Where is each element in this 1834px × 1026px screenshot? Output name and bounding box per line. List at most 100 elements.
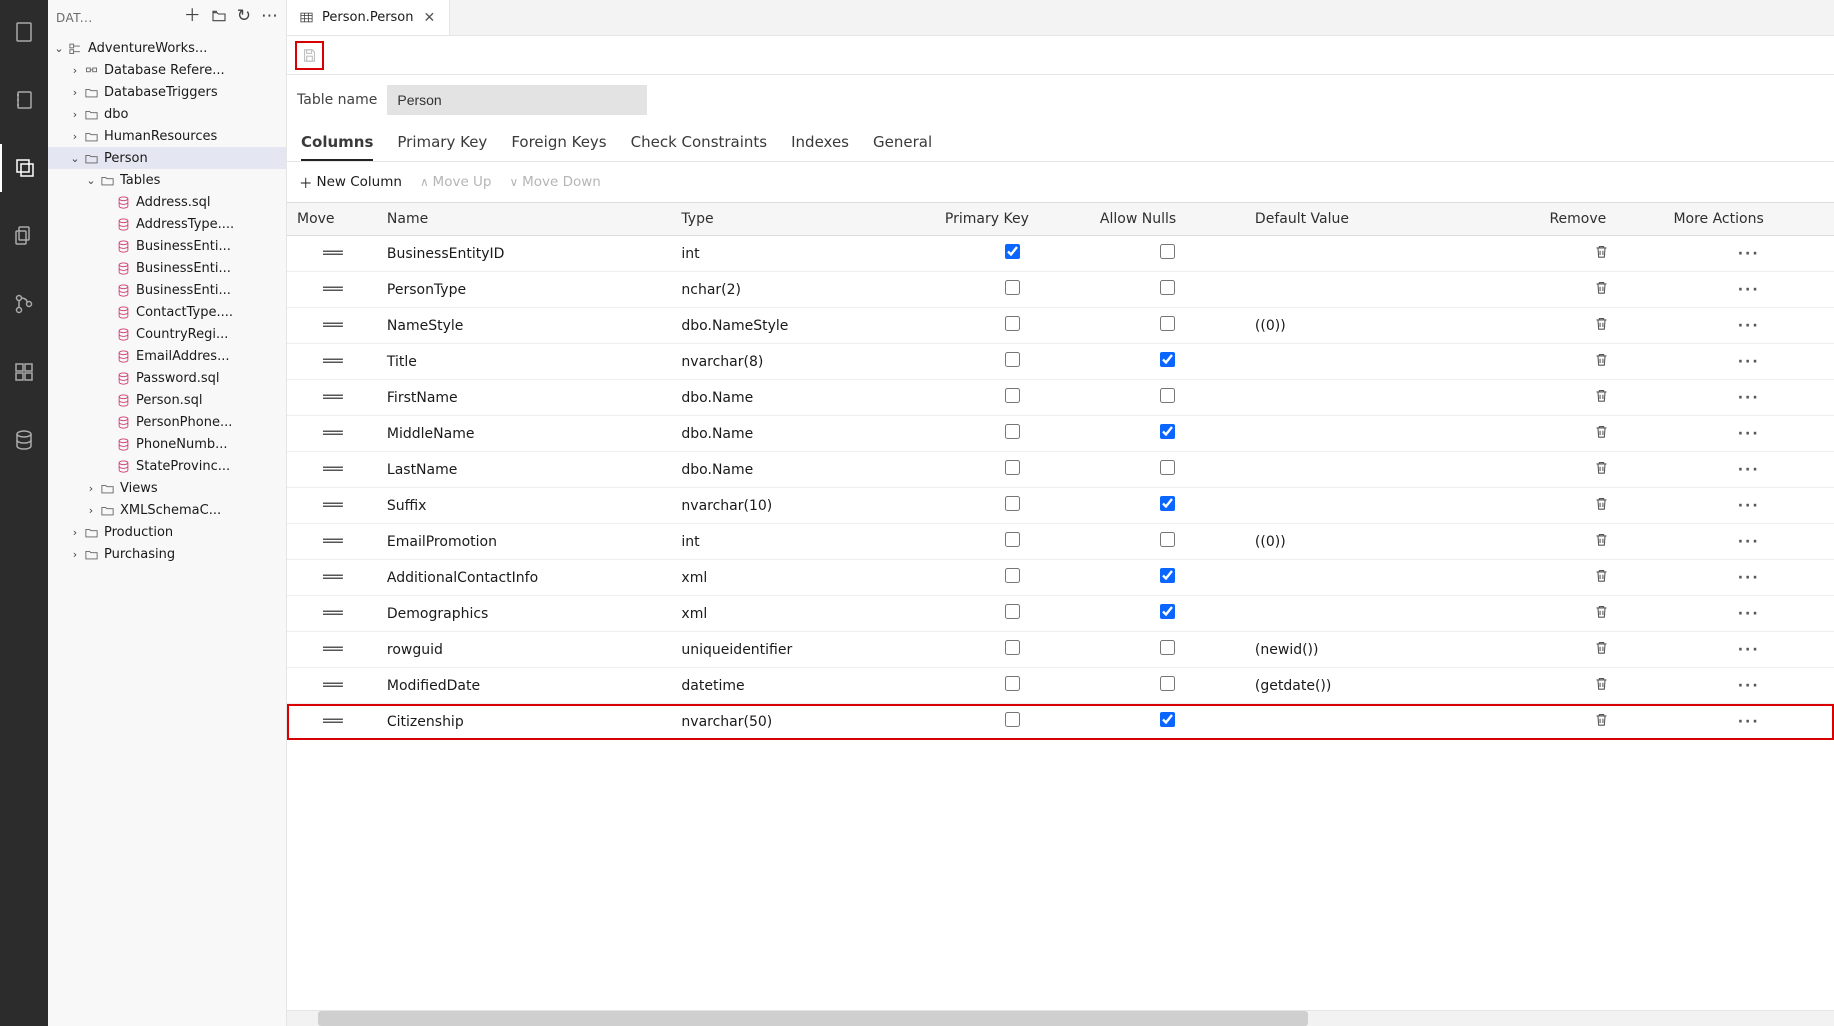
tree-purchasing[interactable]: › Purchasing: [48, 543, 286, 565]
primary-key-checkbox[interactable]: [1005, 424, 1020, 439]
activity-extensions-icon[interactable]: [0, 348, 48, 396]
tree-root[interactable]: ⌄ AdventureWorks...: [48, 37, 286, 59]
cell-name[interactable]: NameStyle: [377, 308, 672, 344]
row-more-icon[interactable]: ···: [1738, 318, 1760, 334]
primary-key-checkbox[interactable]: [1005, 676, 1020, 691]
tree-dbref[interactable]: › Database Refere...: [48, 59, 286, 81]
cell-type[interactable]: dbo.Name: [671, 416, 935, 452]
row-more-icon[interactable]: ···: [1738, 282, 1760, 298]
row-more-icon[interactable]: ···: [1738, 246, 1760, 262]
primary-key-checkbox[interactable]: [1005, 604, 1020, 619]
cell-default[interactable]: [1245, 560, 1540, 596]
delete-icon[interactable]: [1593, 279, 1610, 296]
primary-key-checkbox[interactable]: [1005, 568, 1020, 583]
cell-type[interactable]: datetime: [671, 668, 935, 704]
cell-default[interactable]: [1245, 704, 1540, 740]
delete-icon[interactable]: [1593, 459, 1610, 476]
delete-icon[interactable]: [1593, 495, 1610, 512]
cell-default[interactable]: ((0)): [1245, 524, 1540, 560]
tree-hr[interactable]: › HumanResources: [48, 125, 286, 147]
delete-icon[interactable]: [1593, 243, 1610, 260]
cell-default[interactable]: [1245, 344, 1540, 380]
tab-general[interactable]: General: [873, 133, 932, 161]
tab-foreign-keys[interactable]: Foreign Keys: [511, 133, 606, 161]
open-icon[interactable]: [211, 8, 227, 28]
cell-default[interactable]: (newid()): [1245, 632, 1540, 668]
tree-file[interactable]: EmailAddres...: [48, 345, 286, 367]
cell-type[interactable]: nchar(2): [671, 272, 935, 308]
cell-name[interactable]: BusinessEntityID: [377, 236, 672, 272]
cell-type[interactable]: xml: [671, 596, 935, 632]
new-item-icon[interactable]: ＋: [184, 8, 201, 28]
tree-file[interactable]: BusinessEnti...: [48, 257, 286, 279]
tree-file[interactable]: StateProvinc...: [48, 455, 286, 477]
row-more-icon[interactable]: ···: [1738, 354, 1760, 370]
cell-name[interactable]: AdditionalContactInfo: [377, 560, 672, 596]
drag-handle-icon[interactable]: ══: [323, 243, 341, 264]
row-more-icon[interactable]: ···: [1738, 462, 1760, 478]
drag-handle-icon[interactable]: ══: [323, 315, 341, 336]
cell-name[interactable]: LastName: [377, 452, 672, 488]
tree-dbtrig[interactable]: › DatabaseTriggers: [48, 81, 286, 103]
tree-file[interactable]: PersonPhone...: [48, 411, 286, 433]
refresh-icon[interactable]: ↻: [237, 8, 251, 28]
primary-key-checkbox[interactable]: [1005, 316, 1020, 331]
delete-icon[interactable]: [1593, 315, 1610, 332]
cell-name[interactable]: MiddleName: [377, 416, 672, 452]
tab-check-constraints[interactable]: Check Constraints: [631, 133, 768, 161]
cell-name[interactable]: rowguid: [377, 632, 672, 668]
allow-nulls-checkbox[interactable]: [1160, 568, 1175, 583]
allow-nulls-checkbox[interactable]: [1160, 604, 1175, 619]
allow-nulls-checkbox[interactable]: [1160, 424, 1175, 439]
drag-handle-icon[interactable]: ══: [323, 675, 341, 696]
cell-default[interactable]: ((0)): [1245, 308, 1540, 344]
allow-nulls-checkbox[interactable]: [1160, 496, 1175, 511]
cell-default[interactable]: [1245, 452, 1540, 488]
tree-file[interactable]: CountryRegi...: [48, 323, 286, 345]
delete-icon[interactable]: [1593, 675, 1610, 692]
activity-source-control-icon[interactable]: [0, 280, 48, 328]
close-icon[interactable]: ✕: [422, 10, 438, 26]
tree-production[interactable]: › Production: [48, 521, 286, 543]
cell-name[interactable]: Demographics: [377, 596, 672, 632]
delete-icon[interactable]: [1593, 639, 1610, 656]
allow-nulls-checkbox[interactable]: [1160, 244, 1175, 259]
horizontal-scrollbar[interactable]: [287, 1010, 1834, 1026]
row-more-icon[interactable]: ···: [1738, 642, 1760, 658]
tab-columns[interactable]: Columns: [301, 133, 373, 161]
cell-default[interactable]: [1245, 272, 1540, 308]
delete-icon[interactable]: [1593, 423, 1610, 440]
row-more-icon[interactable]: ···: [1738, 426, 1760, 442]
cell-default[interactable]: [1245, 236, 1540, 272]
cell-type[interactable]: dbo.Name: [671, 380, 935, 416]
activity-copy-icon[interactable]: [0, 212, 48, 260]
save-button[interactable]: [295, 41, 324, 70]
row-more-icon[interactable]: ···: [1738, 570, 1760, 586]
tree-dbo[interactable]: › dbo: [48, 103, 286, 125]
allow-nulls-checkbox[interactable]: [1160, 712, 1175, 727]
delete-icon[interactable]: [1593, 567, 1610, 584]
cell-name[interactable]: EmailPromotion: [377, 524, 672, 560]
drag-handle-icon[interactable]: ══: [323, 423, 341, 444]
primary-key-checkbox[interactable]: [1005, 280, 1020, 295]
tree-person[interactable]: ⌄ Person: [48, 147, 286, 169]
drag-handle-icon[interactable]: ══: [323, 639, 341, 660]
drag-handle-icon[interactable]: ══: [323, 459, 341, 480]
primary-key-checkbox[interactable]: [1005, 712, 1020, 727]
primary-key-checkbox[interactable]: [1005, 496, 1020, 511]
cell-default[interactable]: [1245, 416, 1540, 452]
row-more-icon[interactable]: ···: [1738, 606, 1760, 622]
row-more-icon[interactable]: ···: [1738, 714, 1760, 730]
tree-file[interactable]: BusinessEnti...: [48, 235, 286, 257]
activity-explorer-icon[interactable]: [0, 144, 48, 192]
tree-tables[interactable]: ⌄ Tables: [48, 169, 286, 191]
allow-nulls-checkbox[interactable]: [1160, 388, 1175, 403]
new-column-button[interactable]: ＋New Column: [299, 172, 402, 192]
tab-primary-key[interactable]: Primary Key: [397, 133, 487, 161]
delete-icon[interactable]: [1593, 351, 1610, 368]
cell-type[interactable]: dbo.Name: [671, 452, 935, 488]
tree-file[interactable]: BusinessEnti...: [48, 279, 286, 301]
delete-icon[interactable]: [1593, 603, 1610, 620]
move-down-button[interactable]: ∨ Move Down: [510, 174, 601, 190]
drag-handle-icon[interactable]: ══: [323, 351, 341, 372]
